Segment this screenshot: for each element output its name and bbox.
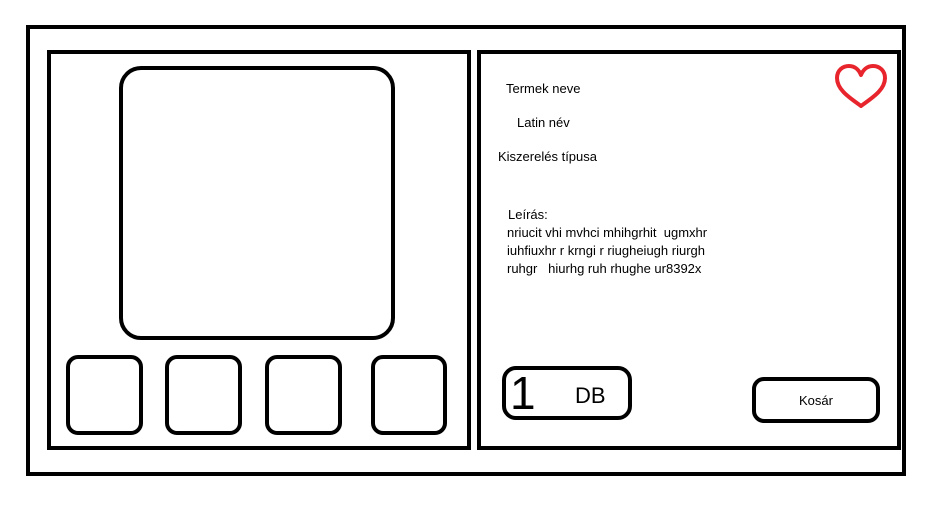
package-type: Kiszerelés típusa (498, 149, 597, 164)
product-name: Termek neve (506, 81, 581, 96)
add-to-cart-button[interactable]: Kosár (752, 377, 880, 423)
description-label: Leírás: (508, 207, 548, 222)
latin-name: Latin név (517, 115, 570, 130)
thumbnail-2[interactable] (165, 355, 242, 435)
thumbnail-3[interactable] (265, 355, 342, 435)
favorite-heart-icon[interactable] (832, 63, 890, 111)
quantity-unit: DB (575, 383, 606, 408)
description-line: iuhfiuxhr r krngi r riugheiugh riurgh (507, 243, 705, 258)
description-line: ruhgr hiurhg ruh rhughe ur8392x (507, 261, 702, 276)
main-product-image (119, 66, 395, 340)
cart-button-label: Kosár (799, 392, 833, 408)
thumbnail-4[interactable] (371, 355, 447, 435)
thumbnail-1[interactable] (66, 355, 143, 435)
quantity-value[interactable]: 1 (510, 368, 536, 418)
description-line: nriucit vhi mvhci mhihgrhit ugmxhr (507, 225, 708, 240)
